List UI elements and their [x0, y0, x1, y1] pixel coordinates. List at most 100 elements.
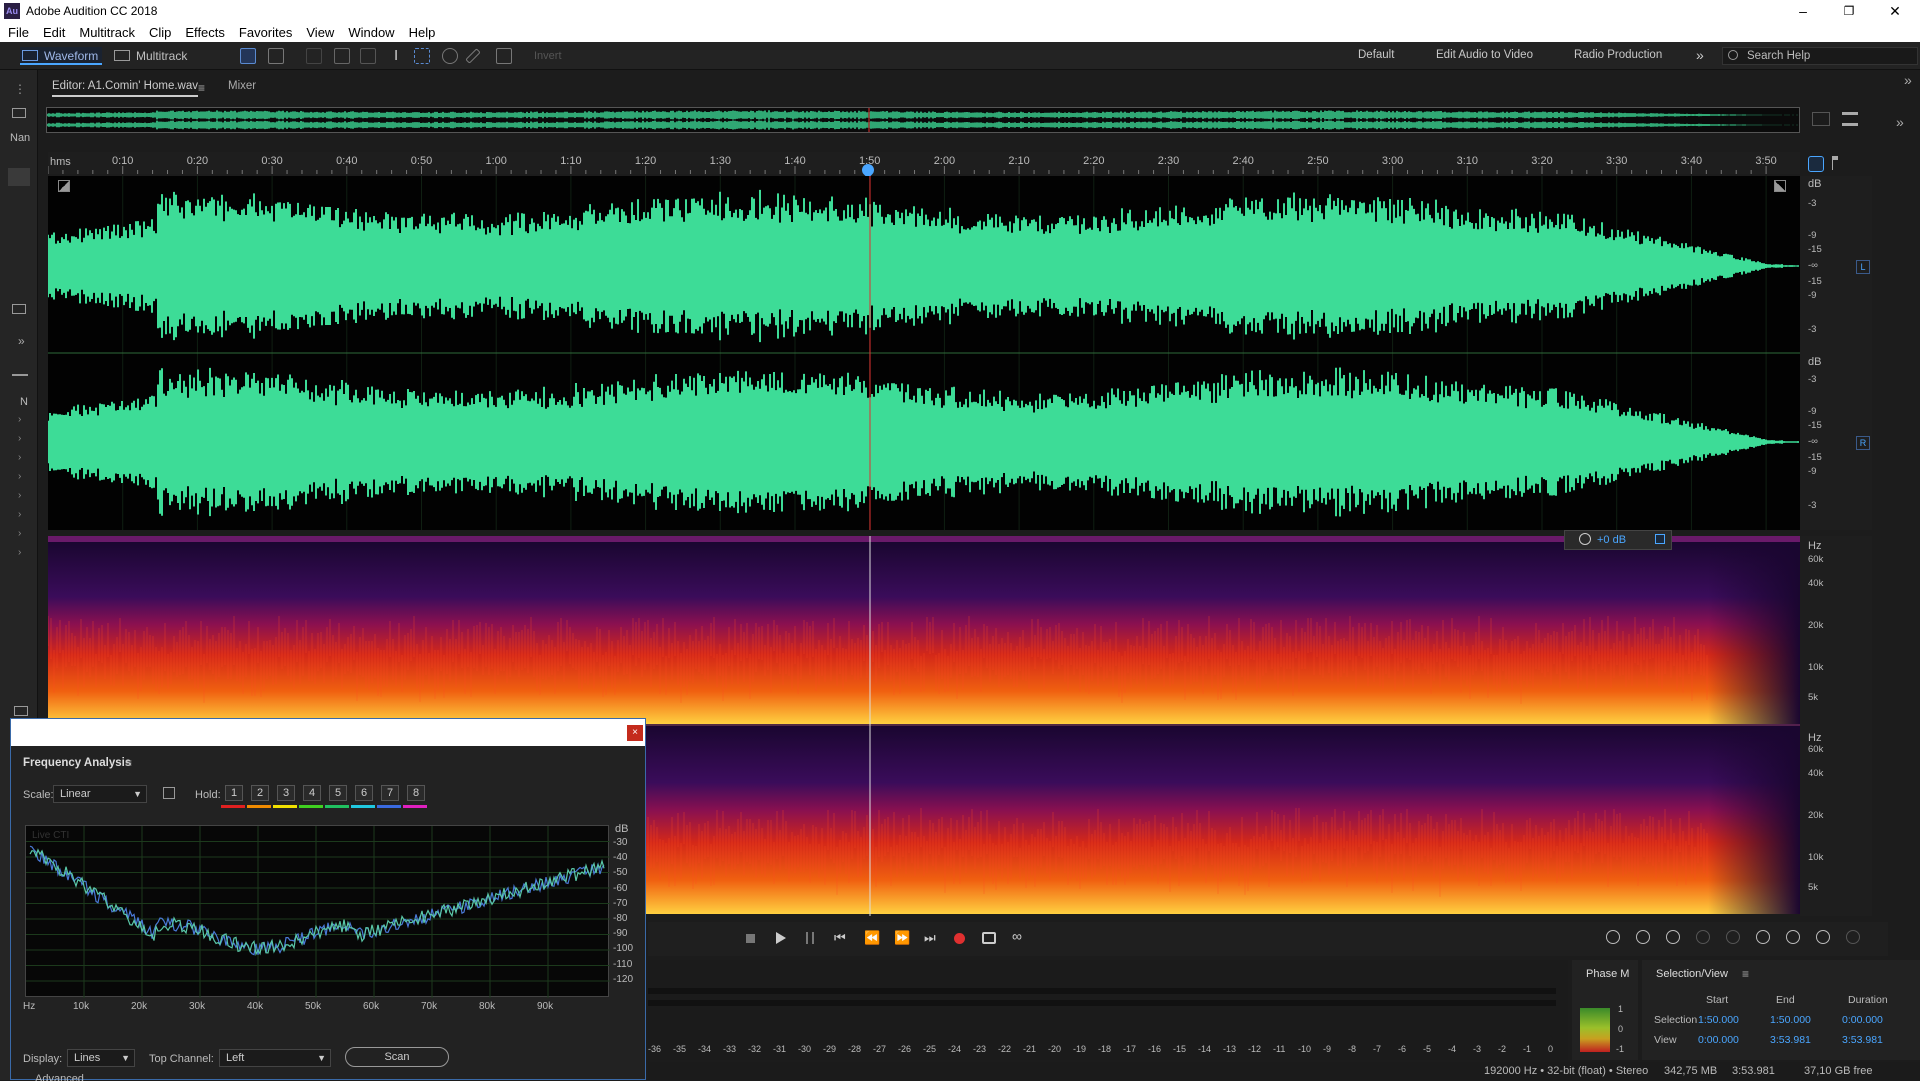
menu-window[interactable]: Window — [340, 22, 400, 40]
hold-button-5[interactable]: 5 — [329, 785, 347, 801]
zoom-out-time-icon[interactable] — [1816, 930, 1830, 944]
spectral-display-icon[interactable] — [268, 48, 284, 64]
zoom-out-amplitude-icon[interactable] — [1636, 930, 1650, 944]
zoom-reset-icon[interactable] — [1812, 112, 1830, 126]
fade-out-handle[interactable] — [1774, 180, 1786, 192]
scan-button[interactable]: Scan — [345, 1047, 449, 1067]
copy-icon[interactable] — [163, 787, 175, 799]
time-ruler[interactable]: hms 0:10 0:20 0:30 0:40 0:50 1:00 1:10 1:20 1:30… — [48, 152, 1800, 174]
hold-button-2[interactable]: 2 — [251, 785, 269, 801]
move-tool-icon[interactable] — [306, 48, 322, 64]
export-icon[interactable] — [14, 706, 28, 716]
zoom-in-left-icon[interactable] — [1756, 930, 1770, 944]
workspace-edit-audio-to-video[interactable]: Edit Audio to Video — [1436, 49, 1533, 61]
time-selection-icon[interactable]: I — [394, 47, 398, 64]
pause-button[interactable] — [806, 932, 814, 944]
multitrack-mode-button[interactable]: Multitrack — [112, 47, 192, 65]
menu-edit[interactable]: Edit — [35, 22, 71, 40]
spectrum-graph[interactable]: Live CTI — [25, 825, 610, 998]
menu-file[interactable]: File — [0, 22, 35, 40]
view-duration[interactable]: 3:53.981 — [1842, 1034, 1883, 1046]
brush-icon[interactable] — [465, 48, 481, 64]
play-button[interactable] — [776, 932, 786, 944]
waveform-overview[interactable] — [46, 107, 1800, 133]
pin-icon[interactable] — [1655, 534, 1665, 544]
menu-view[interactable]: View — [298, 22, 340, 40]
menu-effects[interactable]: Effects — [177, 22, 231, 40]
gain-knob-icon[interactable] — [1579, 533, 1591, 545]
marker-icon[interactable] — [1832, 156, 1838, 170]
hold-button-6[interactable]: 6 — [355, 785, 373, 801]
scale-dropdown[interactable]: Linear ▼ — [53, 785, 147, 803]
waveform-display[interactable] — [48, 176, 1800, 530]
zoom-selection-icon[interactable] — [1726, 930, 1740, 944]
media-browser-icon[interactable] — [12, 366, 28, 376]
panel-menu-icon[interactable]: ≡ — [1742, 967, 1749, 981]
zoom-reset-icon[interactable] — [1846, 930, 1860, 944]
workspace-radio-production[interactable]: Radio Production — [1574, 49, 1662, 61]
editor-tab-menu-icon[interactable]: ≡ — [198, 81, 205, 95]
hold-button-3[interactable]: 3 — [277, 785, 295, 801]
right-channel-toggle[interactable]: R — [1856, 436, 1870, 450]
menu-help[interactable]: Help — [401, 22, 442, 40]
collapse-right-icon[interactable]: » — [1904, 72, 1912, 88]
slip-tool-icon[interactable] — [360, 48, 376, 64]
close-button[interactable]: ✕ — [1872, 0, 1918, 22]
search-help-input[interactable]: Search Help — [1722, 47, 1918, 65]
selection-end[interactable]: 1:50.000 — [1770, 1014, 1811, 1026]
display-dropdown[interactable]: Lines ▼ — [67, 1049, 135, 1067]
mixer-tab[interactable]: Mixer — [228, 80, 256, 92]
go-to-end-button[interactable]: ⏭ — [924, 930, 936, 946]
selection-start[interactable]: 1:50.000 — [1698, 1014, 1739, 1026]
razor-tool-icon[interactable] — [334, 48, 350, 64]
collapse-panel-icon[interactable]: » — [1896, 114, 1904, 130]
menu-multitrack[interactable]: Multitrack — [71, 22, 141, 40]
open-folder-icon[interactable] — [12, 108, 26, 118]
lasso-icon[interactable] — [442, 48, 458, 64]
hud-gain-value[interactable]: +0 dB — [1597, 534, 1626, 546]
hold-button-4[interactable]: 4 — [303, 785, 321, 801]
waveform-mode-button[interactable]: Waveform — [20, 47, 102, 65]
zoom-in-time-icon[interactable] — [1666, 930, 1680, 944]
more-workspaces-icon[interactable]: » — [1696, 47, 1704, 63]
tree-chevrons[interactable]: › › › › › › › › — [18, 410, 21, 562]
menu-favorites[interactable]: Favorites — [231, 22, 298, 40]
marquee-icon[interactable] — [414, 48, 430, 64]
hold-button-1[interactable]: 1 — [225, 785, 243, 801]
view-end[interactable]: 3:53.981 — [1770, 1034, 1811, 1046]
spot-healing-icon[interactable] — [496, 48, 512, 64]
editor-tab[interactable]: Editor: A1.Comin' Home.wav — [52, 80, 199, 97]
panel-menu-icon[interactable]: ≡ — [125, 756, 132, 770]
rewind-button[interactable]: ⏪ — [864, 930, 880, 946]
selection-duration[interactable]: 0:00.000 — [1842, 1014, 1883, 1026]
restore-button[interactable]: ❐ — [1826, 0, 1872, 22]
top-channel-dropdown[interactable]: Left ▼ — [219, 1049, 331, 1067]
record-button[interactable] — [954, 933, 965, 944]
snap-icon[interactable] — [1808, 156, 1824, 172]
left-channel-toggle[interactable]: L — [1856, 260, 1870, 274]
zoom-out-full-icon[interactable] — [1696, 930, 1710, 944]
hold-button-7[interactable]: 7 — [381, 785, 399, 801]
spectral-waveform-icon[interactable] — [240, 48, 256, 64]
menu-clip[interactable]: Clip — [141, 22, 177, 40]
panel-menu-icon[interactable]: ⋮ — [14, 82, 26, 96]
stop-button[interactable] — [746, 934, 755, 943]
zoom-in-amplitude-icon[interactable] — [1606, 930, 1620, 944]
skip-selection-button[interactable]: ∞ — [1012, 928, 1022, 944]
overview-options-icon[interactable] — [1842, 112, 1858, 126]
go-to-start-button[interactable]: ⏮ — [834, 930, 846, 946]
workspace-default[interactable]: Default — [1358, 49, 1394, 61]
view-start[interactable]: 0:00.000 — [1698, 1034, 1739, 1046]
panel-close-button[interactable]: × — [627, 725, 643, 741]
minimize-button[interactable]: – — [1780, 0, 1826, 22]
fade-in-handle[interactable] — [58, 180, 70, 192]
invert-button[interactable]: Invert — [534, 50, 562, 62]
hud-gain-control[interactable]: +0 dB — [1564, 530, 1672, 550]
import-icon[interactable] — [12, 304, 26, 314]
fast-forward-button[interactable]: ⏩ — [894, 930, 910, 946]
loop-button[interactable] — [982, 932, 996, 944]
floating-panel-titlebar[interactable] — [11, 719, 645, 746]
hold-button-8[interactable]: 8 — [407, 785, 425, 801]
zoom-in-right-icon[interactable] — [1786, 930, 1800, 944]
file-thumbnail[interactable] — [8, 168, 30, 186]
